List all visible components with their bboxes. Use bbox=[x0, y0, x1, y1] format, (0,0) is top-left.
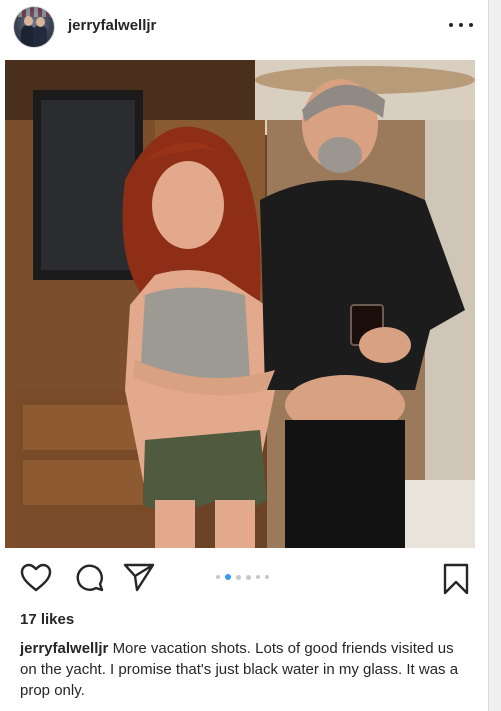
carousel-indicator bbox=[216, 573, 286, 581]
more-dot bbox=[459, 23, 463, 27]
more-options-icon[interactable] bbox=[449, 16, 473, 34]
avatar-head-left bbox=[24, 16, 33, 26]
likes-count[interactable]: 17 likes bbox=[20, 611, 74, 628]
avatar-figure-right bbox=[33, 25, 47, 47]
post-header: jerryfalwelljr bbox=[0, 0, 488, 56]
bookmark-icon[interactable] bbox=[442, 563, 470, 595]
post-card: jerryfalwelljr 17 likes jerryfalwelljr M… bbox=[0, 0, 489, 711]
more-dot bbox=[469, 23, 473, 27]
carousel-dot bbox=[236, 574, 241, 580]
carousel-dot bbox=[216, 575, 220, 579]
post-caption: jerryfalwelljr More vacation shots. Lots… bbox=[20, 638, 470, 701]
carousel-dot bbox=[256, 575, 260, 579]
avatar-background bbox=[14, 7, 54, 17]
share-icon[interactable] bbox=[123, 562, 155, 592]
more-dot bbox=[449, 23, 453, 27]
carousel-dot bbox=[246, 574, 251, 580]
post-photo[interactable] bbox=[5, 60, 475, 548]
carousel-dot bbox=[265, 575, 269, 579]
page-edge bbox=[489, 0, 501, 711]
heart-icon[interactable] bbox=[20, 563, 52, 593]
post-username[interactable]: jerryfalwelljr bbox=[68, 17, 156, 34]
caption-username[interactable]: jerryfalwelljr bbox=[20, 640, 108, 657]
avatar[interactable] bbox=[14, 7, 54, 47]
comment-icon[interactable] bbox=[75, 563, 105, 593]
photo-illustration bbox=[5, 60, 475, 548]
carousel-dot-active bbox=[225, 574, 231, 580]
avatar-head-right bbox=[36, 17, 45, 27]
